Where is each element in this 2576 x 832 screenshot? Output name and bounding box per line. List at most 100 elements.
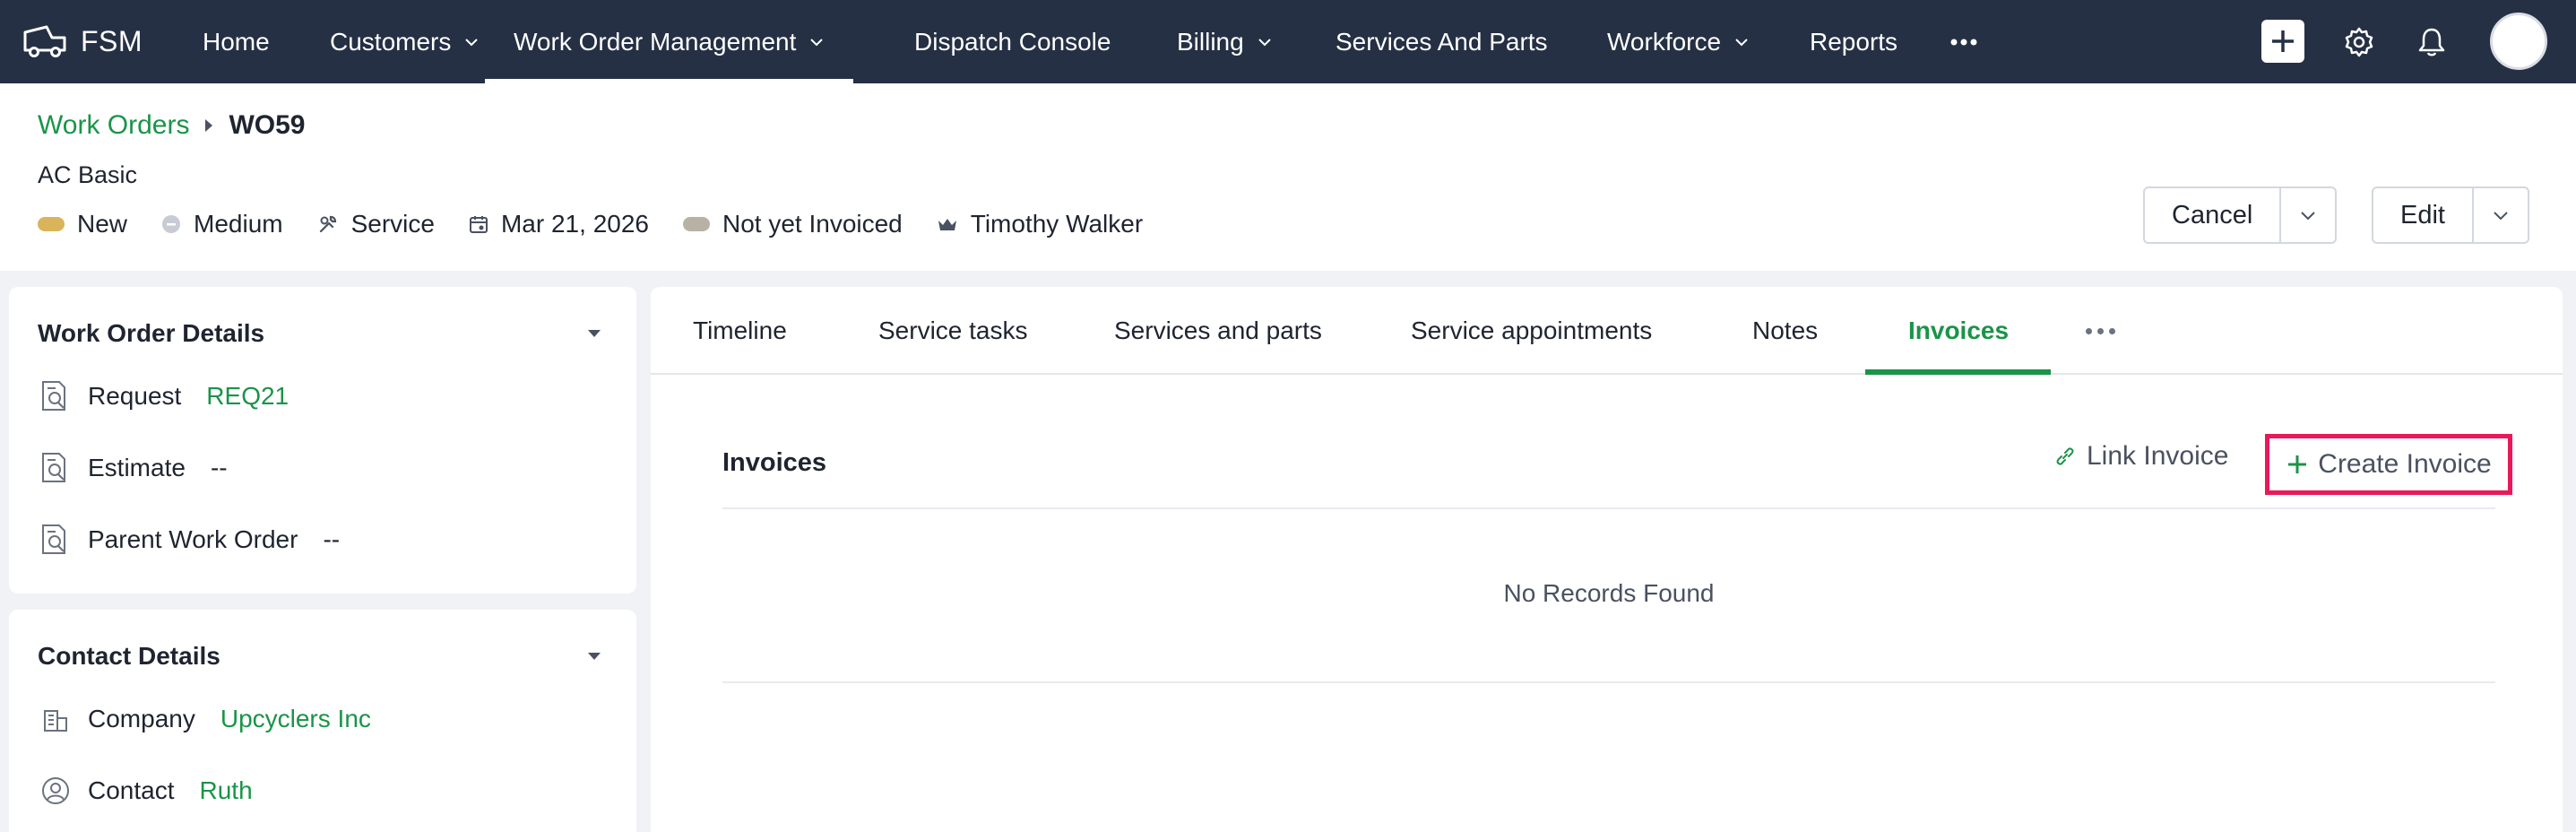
link-invoice-label: Link Invoice [2087,441,2229,471]
status-pill-icon [38,217,65,231]
status-badge: New [38,210,127,238]
nav-label: Home [203,27,270,56]
collapse-caret-icon[interactable] [588,653,601,660]
breadcrumb-separator-icon [205,119,213,132]
nav-item-billing[interactable]: Billing [1177,0,1273,83]
date-text: Mar 21, 2026 [500,210,649,238]
chevron-down-icon [2301,212,2315,221]
divider [722,507,2495,509]
notifications-button[interactable] [2416,0,2447,83]
detail-value: -- [210,454,228,481]
cancel-button[interactable]: Cancel [2145,188,2282,242]
record-subtitle: AC Basic [38,161,138,188]
contact-label: Contact [88,776,175,804]
nav-item-work-order-management[interactable]: Work Order Management [485,0,854,83]
nav-label: Work Order Management [514,27,797,56]
tab-notes[interactable]: Notes [1752,287,1818,375]
service-tools-icon [319,215,336,233]
cancel-button-group: Cancel [2143,186,2338,244]
priority-badge: Medium [161,210,283,238]
nav-label: Services And Parts [1336,27,1548,56]
nav-item-customers[interactable]: Customers [330,0,480,83]
priority-text: Medium [194,210,283,238]
divider [722,681,2495,683]
nav-label: Customers [330,27,452,56]
tab-bar: Timeline Service tasks Services and part… [651,287,2563,375]
nav-item-reports[interactable]: Reports [1810,0,1897,83]
create-invoice-button[interactable]: Create Invoice [2265,434,2512,495]
tab-invoices[interactable]: Invoices [1908,287,2009,375]
contact-row-company: Company Upcyclers Inc [38,701,371,737]
user-circle-icon [42,777,69,804]
nav-item-dispatch-console[interactable]: Dispatch Console [914,0,1111,83]
detail-label: Estimate [88,454,186,481]
tab-services-and-parts[interactable]: Services and parts [1114,287,1322,375]
contact-link[interactable]: Ruth [200,776,253,805]
more-horizontal-icon [2086,327,2115,334]
edit-dropdown-button[interactable] [2474,188,2528,242]
document-search-icon [42,381,65,411]
breadcrumb: Work Orders WO59 [38,110,306,141]
empty-state-text: No Records Found [1503,579,1715,607]
chevron-down-icon [1735,38,1748,46]
contact-details-title: Contact Details [38,642,220,670]
detail-row-estimate: Estimate -- [38,450,228,486]
crown-icon [938,219,956,230]
link-invoice-button[interactable]: Link Invoice [2054,441,2228,472]
plus-icon [2288,455,2307,473]
gear-icon [2345,27,2373,56]
billing-pill-icon [682,217,710,231]
company-link[interactable]: Upcyclers Inc [220,705,371,733]
nav-item-home[interactable]: Home [203,0,270,83]
tab-timeline[interactable]: Timeline [693,287,787,375]
settings-button[interactable] [2343,0,2375,83]
app-logo[interactable]: FSM [22,20,143,63]
link-icon [2056,447,2074,465]
detail-row-request: Request REQ21 [38,378,289,414]
type-badge: Service [317,210,435,238]
collapse-caret-icon[interactable] [588,330,601,337]
edit-button-group: Edit [2372,186,2529,244]
work-order-details-title: Work Order Details [38,319,265,347]
document-search-icon [42,524,65,554]
page-title: WO59 [229,110,306,140]
user-avatar[interactable] [2490,13,2547,70]
detail-value: -- [323,525,341,553]
bell-icon [2418,28,2445,56]
owner-badge: Timothy Walker [937,210,1143,238]
more-nav-button[interactable] [1950,0,1977,83]
type-text: Service [350,210,435,238]
top-navigation-bar: FSM Home Customers Work Order Management… [0,0,2576,83]
contact-row-contact: Contact Ruth [38,773,253,809]
chevron-down-icon [810,38,824,46]
tab-service-tasks[interactable]: Service tasks [878,287,1028,375]
tab-service-appointments[interactable]: Service appointments [1411,287,1652,375]
nav-label: Reports [1810,27,1898,56]
cancel-dropdown-button[interactable] [2281,188,2335,242]
nav-label: Workforce [1607,27,1722,56]
invoices-section-title: Invoices [722,448,827,477]
record-tabs-panel: Timeline Service tasks Services and part… [651,287,2563,832]
building-icon [44,710,67,732]
detail-row-parent-work-order: Parent Work Order -- [38,522,340,558]
record-meta-row: New Medium Service Mar 21, 2026 Not yet … [38,210,1177,238]
document-search-icon [42,453,65,482]
nav-item-services-and-parts[interactable]: Services And Parts [1336,0,1548,83]
chevron-down-icon [1258,38,1271,46]
breadcrumb-work-orders-link[interactable]: Work Orders [38,110,189,141]
owner-text: Timothy Walker [970,210,1144,238]
billing-status-text: Not yet Invoiced [722,210,903,238]
more-tabs-button[interactable] [2086,287,2115,375]
quick-create-button[interactable] [2261,20,2304,63]
more-horizontal-icon [1950,39,1977,45]
nav-item-workforce[interactable]: Workforce [1607,0,1750,83]
priority-medium-icon [162,215,181,233]
nav-label: Billing [1177,27,1244,56]
contact-details-panel: Contact Details Company Upcyclers Inc Co… [9,610,636,832]
active-tab-indicator [1865,369,2051,375]
truck-icon [23,25,66,57]
calendar-icon [469,216,488,233]
edit-button[interactable]: Edit [2373,188,2474,242]
request-link[interactable]: REQ21 [206,382,289,411]
create-invoice-label: Create Invoice [2318,449,2492,479]
